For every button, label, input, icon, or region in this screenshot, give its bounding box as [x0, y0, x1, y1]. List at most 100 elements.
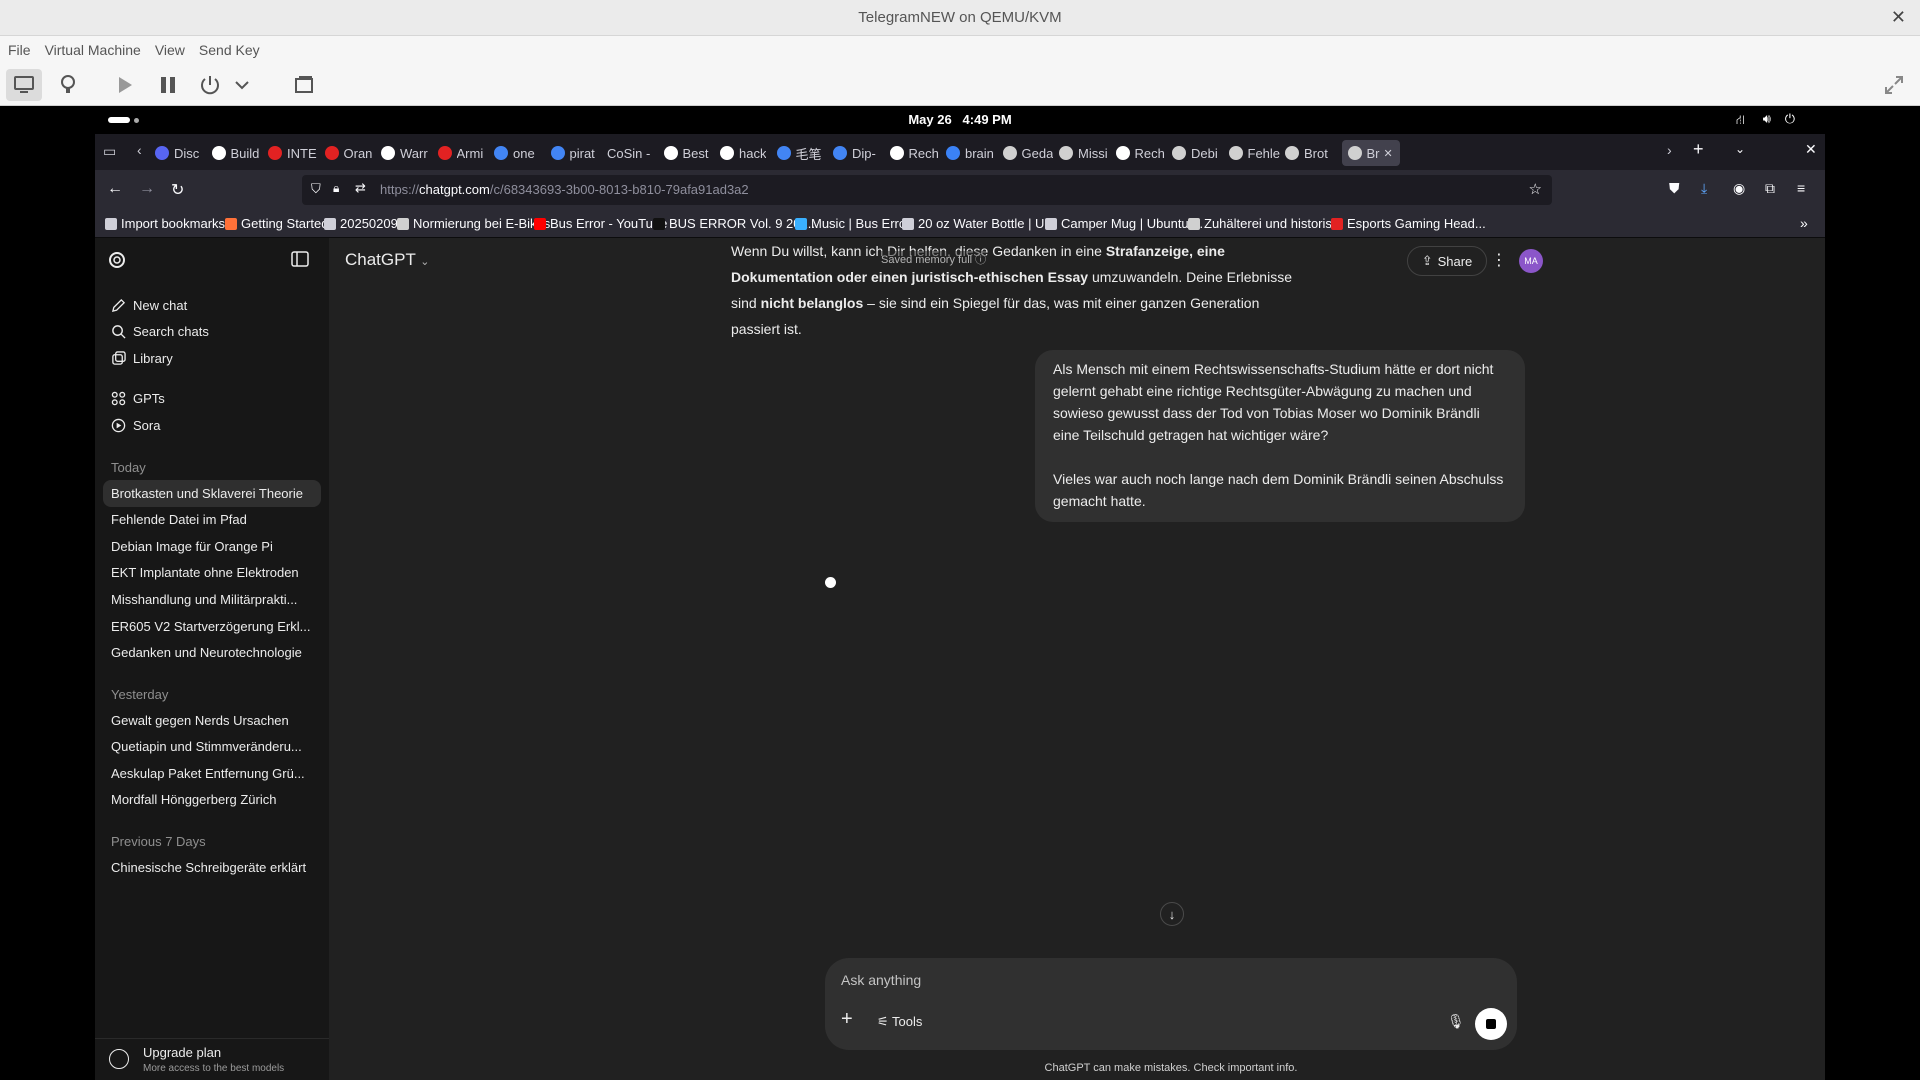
- browser-tab[interactable]: pirat: [550, 140, 603, 166]
- new-chat-button[interactable]: New chat: [111, 298, 187, 313]
- scroll-left-icon[interactable]: ‹: [137, 142, 142, 158]
- power-button[interactable]: [192, 69, 228, 101]
- prompt-input[interactable]: Ask anything: [841, 972, 921, 988]
- sora-button[interactable]: Sora: [111, 418, 160, 433]
- pocket-icon[interactable]: ⛊: [1669, 180, 1680, 197]
- memory-notice[interactable]: Saved memory full ⓘ: [881, 251, 987, 267]
- bookmark-item[interactable]: BUS ERROR Vol. 9 201...: [653, 216, 819, 231]
- chat-item[interactable]: Aeskulap Paket Entfernung Grü...: [111, 766, 311, 781]
- chat-item[interactable]: Gedanken und Neurotechnologie: [111, 645, 311, 660]
- close-tab-icon[interactable]: ✕: [1384, 147, 1393, 160]
- browser-tab[interactable]: Oran: [324, 140, 377, 166]
- browser-tab[interactable]: Disc: [155, 140, 207, 166]
- model-selector[interactable]: ChatGPT ⌄: [345, 250, 430, 270]
- microphone-icon[interactable]: 🎙︎: [1447, 1013, 1465, 1030]
- menu-icon[interactable]: ≡: [1797, 180, 1805, 196]
- browser-tab[interactable]: Debi: [1172, 140, 1224, 166]
- extensions-icon[interactable]: ⧉: [1765, 180, 1775, 197]
- chat-item[interactable]: Fehlende Datei im Pfad: [111, 512, 311, 527]
- browser-tab[interactable]: Rech: [1115, 140, 1168, 166]
- permissions-icon[interactable]: ⇄: [355, 180, 366, 196]
- tab-overview-icon[interactable]: ▭: [103, 143, 116, 160]
- browser-tab[interactable]: one: [494, 140, 546, 166]
- details-button[interactable]: [50, 69, 86, 101]
- browser-tab[interactable]: Armi: [437, 140, 490, 166]
- chat-item[interactable]: Debian Image für Orange Pi: [111, 539, 311, 554]
- browser-tab[interactable]: Rech: [889, 140, 942, 166]
- bookmark-item[interactable]: Camper Mug | Ubuntu ...: [1045, 216, 1203, 231]
- shield-icon[interactable]: ⛉: [311, 181, 321, 197]
- chat-item[interactable]: Quetiapin und Stimmveränderu...: [111, 739, 311, 754]
- bookmark-item[interactable]: Import bookmarks...: [105, 216, 236, 231]
- bookmark-item[interactable]: Esports Gaming Head...: [1331, 216, 1486, 231]
- menu-send-key[interactable]: Send Key: [192, 36, 267, 58]
- bookmark-item[interactable]: 20250209: [324, 216, 398, 231]
- power-menu-button[interactable]: [230, 69, 254, 101]
- snapshots-button[interactable]: [286, 69, 322, 101]
- browser-tab[interactable]: Fehle: [1228, 140, 1281, 166]
- url-text[interactable]: https://chatgpt.com/c/68343693-3b00-8013…: [380, 182, 749, 197]
- pause-button[interactable]: [150, 69, 186, 101]
- volume-icon[interactable]: 🔊︎: [1763, 111, 1771, 127]
- bookmark-item[interactable]: Music | Bus Error: [795, 216, 910, 231]
- more-bookmarks-icon[interactable]: »: [1800, 215, 1808, 231]
- fullscreen-button[interactable]: [1876, 69, 1912, 101]
- new-tab-icon[interactable]: +: [1693, 139, 1704, 160]
- add-attachment-icon[interactable]: +: [841, 1008, 853, 1031]
- menu-view[interactable]: View: [148, 36, 192, 58]
- chat-item[interactable]: EKT Implantate ohne Elektroden: [111, 565, 311, 580]
- browser-tab[interactable]: Brot: [1285, 140, 1337, 166]
- lock-icon[interactable]: 🔒︎: [333, 181, 339, 196]
- browser-tab[interactable]: Warr: [381, 140, 433, 166]
- network-icon[interactable]: ⛙: [1736, 112, 1745, 130]
- browser-tab[interactable]: INTE: [268, 140, 320, 166]
- scroll-down-button[interactable]: ↓: [1160, 902, 1184, 926]
- chat-item[interactable]: Brotkasten und Sklaverei Theorie: [103, 480, 321, 507]
- bookmark-star-icon[interactable]: ☆: [1529, 180, 1542, 198]
- account-icon[interactable]: ◉: [1733, 180, 1745, 197]
- browser-tab[interactable]: Dip-: [833, 140, 885, 166]
- browser-tab[interactable]: hack: [720, 140, 772, 166]
- library-button[interactable]: Library: [111, 351, 173, 366]
- bookmark-item[interactable]: Zuhälterei und historis...: [1188, 216, 1343, 231]
- more-options-icon[interactable]: ⋮: [1491, 250, 1507, 270]
- list-tabs-icon[interactable]: ⌄: [1735, 142, 1745, 156]
- scroll-right-icon[interactable]: ›: [1667, 142, 1672, 158]
- browser-tab[interactable]: Geda: [1002, 140, 1055, 166]
- browser-tab[interactable]: Build: [211, 140, 264, 166]
- menu-virtual-machine[interactable]: Virtual Machine: [38, 36, 148, 58]
- bookmark-item[interactable]: 20 oz Water Bottle | U...: [902, 216, 1055, 231]
- gpts-button[interactable]: GPTs: [111, 391, 165, 406]
- chat-item[interactable]: Misshandlung und Militärprakti...: [111, 592, 311, 607]
- clock[interactable]: May 26 4:49 PM: [95, 112, 1825, 127]
- url-bar[interactable]: ⛉ 🔒︎ ⇄ https://chatgpt.com/c/68343693-3b…: [302, 175, 1552, 205]
- avatar[interactable]: MA: [1519, 249, 1543, 273]
- menu-file[interactable]: File: [0, 36, 38, 58]
- browser-tab[interactable]: CoSin -: [607, 140, 659, 166]
- chat-item[interactable]: Gewalt gegen Nerds Ursachen: [111, 713, 311, 728]
- back-icon[interactable]: ←: [107, 180, 123, 198]
- stop-generating-button[interactable]: [1475, 1008, 1507, 1040]
- browser-tab[interactable]: Br ✕: [1341, 140, 1400, 166]
- close-window-icon[interactable]: ✕: [1891, 7, 1906, 28]
- console-view-button[interactable]: [6, 69, 42, 101]
- forward-icon[interactable]: →: [139, 180, 155, 198]
- share-button[interactable]: ⇪ Share: [1407, 246, 1487, 276]
- search-chats-button[interactable]: Search chats: [111, 324, 209, 339]
- tools-button[interactable]: ⚟ Tools: [877, 1014, 922, 1030]
- toggle-sidebar-icon[interactable]: [291, 251, 309, 272]
- run-button[interactable]: [106, 69, 142, 101]
- browser-tab[interactable]: brain: [946, 140, 998, 166]
- close-browser-icon[interactable]: ✕: [1805, 141, 1817, 158]
- openai-logo-icon[interactable]: [107, 250, 127, 275]
- bookmark-item[interactable]: Bus Error - YouTube: [534, 216, 667, 231]
- reload-icon[interactable]: ↻: [171, 180, 184, 200]
- browser-tab[interactable]: Best: [663, 140, 716, 166]
- upgrade-plan-button[interactable]: Upgrade plan More access to the best mod…: [95, 1038, 329, 1080]
- bookmark-item[interactable]: Getting Started: [225, 216, 328, 231]
- chat-item[interactable]: Mordfall Hönggerberg Zürich: [111, 792, 311, 807]
- power-icon[interactable]: ⏻: [1785, 111, 1795, 127]
- bookmark-item[interactable]: Normierung bei E-Bikes: [397, 216, 550, 231]
- chat-item[interactable]: ER605 V2 Startverzögerung Erkl...: [111, 619, 311, 634]
- browser-tab[interactable]: 毛笔: [776, 140, 829, 166]
